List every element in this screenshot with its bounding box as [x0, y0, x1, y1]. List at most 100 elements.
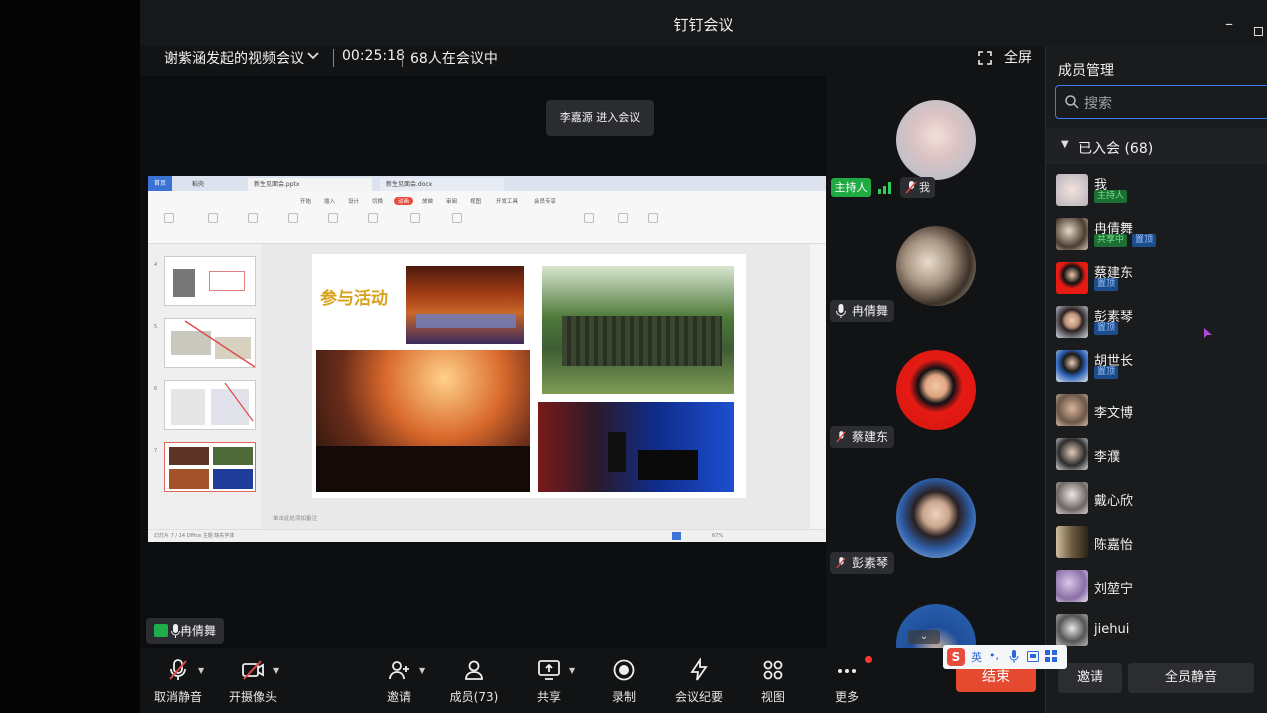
- video-tile[interactable]: 冉倩舞: [826, 202, 1045, 328]
- pinned-badge: 置顶: [1094, 278, 1119, 291]
- ime-toolbar[interactable]: S 英 •,: [943, 645, 1067, 669]
- member-row[interactable]: 戴心欣: [1046, 476, 1267, 520]
- minimize-button[interactable]: –: [1225, 14, 1233, 33]
- members-button[interactable]: 成员(73): [438, 656, 510, 706]
- fullscreen-icon[interactable]: [978, 50, 992, 65]
- ime-keyboard-icon: [1027, 651, 1039, 662]
- add-person-icon: [389, 661, 409, 680]
- joined-section-header[interactable]: ▼ 已入会 (68): [1046, 128, 1267, 164]
- member-name: 刘堃宁: [1094, 582, 1134, 597]
- ime-punctuation-icon: •,: [989, 649, 999, 662]
- caret-down-icon[interactable]: ▼: [569, 666, 575, 675]
- ppt-tool-icon: [410, 213, 420, 223]
- fullscreen-button[interactable]: 全屏: [1004, 47, 1032, 67]
- invite-button[interactable]: 邀请: [1058, 663, 1122, 693]
- avatar: [1056, 570, 1088, 602]
- mic-icon: [836, 304, 846, 318]
- ppt-menu-item: 会员专享: [534, 199, 557, 205]
- shared-presentation: 首页 稻壳 新生见面会.pptx 新生见面会.docx 开始 插入 设计 切换 …: [148, 176, 826, 542]
- caret-down-icon: ▼: [1061, 139, 1069, 150]
- slide-thumbnail: [164, 256, 256, 306]
- ppt-tool-icon: [248, 213, 258, 223]
- ppt-menu-item: 开发工具: [496, 199, 519, 205]
- meeting-info-bar: 谢紫涵发起的视频会议 00:25:18 68人在会议中 全屏: [140, 46, 1045, 74]
- stage-photo: [406, 266, 524, 344]
- ppt-tool-icon: [164, 213, 174, 223]
- ppt-ribbon: 开始 插入 设计 切换 动画 放映 审阅 视图 开发工具 会员专享: [148, 191, 826, 244]
- mouse-cursor-icon: [1204, 328, 1212, 338]
- ppt-status-bar: 幻灯片 7 / 14 Office 主题 缺失字体 67%: [148, 529, 826, 542]
- avatar: [1056, 438, 1088, 470]
- lightning-icon: [690, 658, 708, 681]
- minutes-button[interactable]: 会议纪要: [663, 656, 735, 706]
- member-row[interactable]: 胡世长 置顶: [1046, 344, 1267, 388]
- slide-thumbnail-selected: [164, 442, 256, 492]
- member-row[interactable]: 我 主持人: [1046, 168, 1267, 212]
- tile-name: 冉倩舞: [852, 304, 889, 318]
- member-row[interactable]: 蔡建东 置顶: [1046, 256, 1267, 300]
- mic-muted-icon: [905, 181, 917, 194]
- ppt-tab-docx: 新生见面会.docx: [380, 178, 504, 191]
- caret-down-icon[interactable]: ▼: [419, 666, 425, 675]
- host-badge: 主持人: [831, 178, 871, 197]
- share-button[interactable]: ▼ 共享: [513, 656, 585, 706]
- search-input[interactable]: 搜索: [1055, 85, 1267, 119]
- video-tile[interactable]: 主持人 我: [826, 76, 1045, 202]
- active-speaker-tag: 冉倩舞: [146, 618, 225, 644]
- slide-thumbnail: [164, 318, 256, 368]
- monitor-bezel: [0, 0, 140, 713]
- chevron-down-icon[interactable]: [306, 46, 320, 70]
- member-name: 李濮: [1094, 450, 1121, 465]
- search-placeholder: 搜索: [1084, 96, 1112, 112]
- notification-dot: [865, 656, 872, 663]
- toolbar-label: 邀请: [386, 690, 411, 704]
- toolbar-label: 共享: [536, 690, 561, 704]
- member-row[interactable]: 刘堃宁: [1046, 564, 1267, 608]
- meeting-name[interactable]: 谢紫涵发起的视频会议: [164, 48, 304, 68]
- mute-all-button[interactable]: 全员静音: [1128, 663, 1254, 693]
- camera-button[interactable]: ▼ 开摄像头: [217, 656, 289, 706]
- chevron-down-icon[interactable]: ⌄: [908, 630, 940, 644]
- invite-toolbar-button[interactable]: ▼ 邀请: [363, 656, 435, 706]
- section-label: 已入会 (68): [1078, 141, 1154, 157]
- divider: [402, 49, 403, 67]
- join-toast: 李嘉源 进入会议: [546, 100, 654, 136]
- panel-title: 成员管理: [1058, 63, 1114, 79]
- maximize-button[interactable]: [1254, 27, 1263, 36]
- member-row[interactable]: 冉倩舞 共享中 置顶: [1046, 212, 1267, 256]
- ppt-tool-icon: [288, 213, 298, 223]
- member-panel: 成员管理 搜索 ▼ 已入会 (68) 我 主持人 冉倩舞 共享中 置顶 蔡建东 …: [1045, 46, 1267, 713]
- video-tile[interactable]: 蔡建东: [826, 328, 1045, 454]
- pinned-badge: 置顶: [1094, 366, 1119, 379]
- view-button[interactable]: 视图: [737, 656, 809, 706]
- record-icon: [613, 659, 635, 681]
- unmute-button[interactable]: ▼ 取消静音: [142, 656, 214, 706]
- ppt-menu-item: 插入: [324, 199, 336, 205]
- member-row[interactable]: jiehui: [1046, 608, 1267, 652]
- thumb-number: 5: [154, 324, 158, 330]
- ppt-tab-docer: 稻壳: [192, 181, 205, 188]
- mic-icon: [171, 624, 180, 638]
- ppt-tab-home: 首页: [148, 176, 173, 191]
- record-button[interactable]: 录制: [588, 656, 660, 706]
- member-row[interactable]: 陈嘉怡: [1046, 520, 1267, 564]
- status-text: 幻灯片 7 / 14 Office 主题 缺失字体: [154, 533, 235, 539]
- ppt-menu-item: 审阅: [446, 199, 458, 205]
- meeting-toolbar: ▼ 取消静音 ▼ 开摄像头 ▼ 邀请 成员(73) ▼ 共享 录制 会议纪要 视…: [140, 648, 1045, 713]
- toolbar-label: 会议纪要: [674, 690, 723, 704]
- name-tag: 冉倩舞: [830, 300, 895, 322]
- member-row[interactable]: 彭素琴 置顶: [1046, 300, 1267, 344]
- tile-name: 我: [919, 181, 930, 194]
- toolbar-label: 更多: [834, 690, 859, 704]
- pinned-badge: 置顶: [1132, 234, 1157, 247]
- caret-down-icon[interactable]: ▼: [198, 666, 204, 675]
- caret-down-icon[interactable]: ▼: [273, 666, 279, 675]
- more-button[interactable]: 更多: [811, 656, 883, 706]
- video-tile[interactable]: 彭素琴: [826, 454, 1045, 580]
- avatar: [896, 350, 976, 430]
- meeting-timer: 00:25:18: [342, 48, 405, 64]
- person-icon: [465, 660, 483, 680]
- member-row[interactable]: 李濮: [1046, 432, 1267, 476]
- member-row[interactable]: 李文博: [1046, 388, 1267, 432]
- avatar: [1056, 526, 1088, 558]
